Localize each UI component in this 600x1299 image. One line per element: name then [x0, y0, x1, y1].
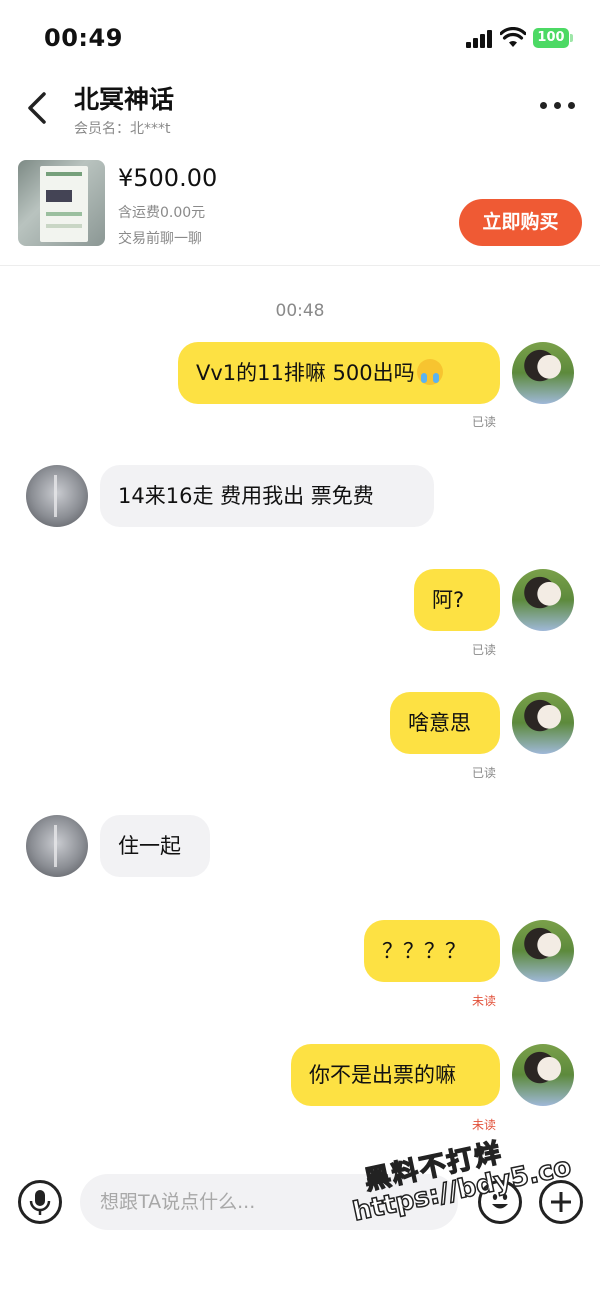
sent-bubble[interactable]: 啥意思	[390, 692, 500, 754]
message-text: Vv1的11排嘛 500出吗	[196, 361, 415, 385]
ticket-image	[40, 166, 88, 242]
message-row: 你不是出票的嘛 未读	[0, 1044, 600, 1134]
crying-face-icon	[416, 359, 443, 385]
emoji-button[interactable]	[478, 1180, 522, 1224]
more-actions-button[interactable]	[539, 1180, 583, 1224]
my-avatar[interactable]	[512, 342, 574, 404]
message-text: ？？？？	[382, 939, 466, 963]
back-arrow-icon[interactable]	[22, 90, 52, 126]
voice-button[interactable]	[18, 1180, 62, 1224]
product-card[interactable]: ¥500.00 含运费0.00元 交易前聊一聊 立即购买	[0, 150, 600, 266]
my-avatar[interactable]	[512, 1044, 574, 1106]
shipping-fee: 含运费0.00元	[118, 205, 206, 221]
buy-now-button[interactable]: 立即购买	[459, 199, 582, 246]
unread-status: 未读	[472, 994, 497, 1008]
more-options-icon[interactable]	[540, 102, 576, 112]
status-time: 00:49	[44, 24, 123, 52]
message-row: ？？？？ 未读	[0, 920, 600, 1010]
cellular-signal-icon	[466, 30, 492, 48]
message-row: Vv1的11排嘛 500出吗 已读	[0, 340, 600, 430]
message-row: 阿? 已读	[0, 569, 600, 659]
battery-icon: 100	[533, 28, 573, 48]
read-status: 已读	[472, 766, 497, 780]
seller-avatar[interactable]	[26, 465, 88, 527]
input-bar	[0, 1160, 600, 1250]
battery-level: 100	[533, 28, 569, 48]
message-text: 14来16走 费用我出 票免费	[118, 484, 374, 508]
message-row: 14来16走 费用我出 票免费	[0, 465, 600, 531]
my-avatar[interactable]	[512, 692, 574, 754]
message-input[interactable]	[80, 1174, 458, 1230]
seller-name[interactable]: 北冥神话	[74, 80, 174, 116]
smiley-icon	[492, 1194, 508, 1209]
message-timestamp: 00:48	[275, 301, 325, 321]
unread-status: 未读	[472, 1118, 497, 1132]
sent-bubble[interactable]: ？？？？	[364, 920, 500, 982]
my-avatar[interactable]	[512, 920, 574, 982]
sent-bubble[interactable]: 你不是出票的嘛	[291, 1044, 500, 1106]
chat-screen: 00:49 100 北冥神话 会员名：北***t ¥500.00 含运费0.00…	[0, 0, 600, 1299]
product-price: ¥500.00	[118, 164, 218, 192]
message-list[interactable]: 00:48 Vv1的11排嘛 500出吗 已读 14来16走 费用我出 票免费 …	[0, 267, 600, 1147]
message-row: 住一起	[0, 815, 600, 881]
read-status: 已读	[472, 415, 497, 429]
message-text: 你不是出票的嘛	[309, 1063, 456, 1087]
sent-bubble[interactable]: Vv1的11排嘛 500出吗	[178, 342, 500, 404]
my-avatar[interactable]	[512, 569, 574, 631]
product-thumbnail[interactable]	[18, 160, 105, 246]
received-bubble[interactable]: 14来16走 费用我出 票免费	[100, 465, 434, 527]
sent-bubble[interactable]: 阿?	[414, 569, 500, 631]
chat-hint: 交易前聊一聊	[118, 231, 202, 247]
chat-header: 北冥神话 会员名：北***t	[0, 76, 600, 146]
read-status: 已读	[472, 643, 497, 657]
wifi-icon	[500, 27, 526, 47]
received-bubble[interactable]: 住一起	[100, 815, 210, 877]
member-name: 会员名：北***t	[74, 121, 171, 137]
microphone-icon	[29, 1190, 51, 1215]
message-text: 啥意思	[408, 711, 471, 735]
status-bar: 00:49 100	[0, 0, 600, 76]
plus-icon	[551, 1192, 571, 1212]
message-row: 啥意思 已读	[0, 692, 600, 782]
message-text: 住一起	[118, 834, 181, 858]
seller-avatar[interactable]	[26, 815, 88, 877]
message-text: 阿?	[432, 588, 465, 612]
